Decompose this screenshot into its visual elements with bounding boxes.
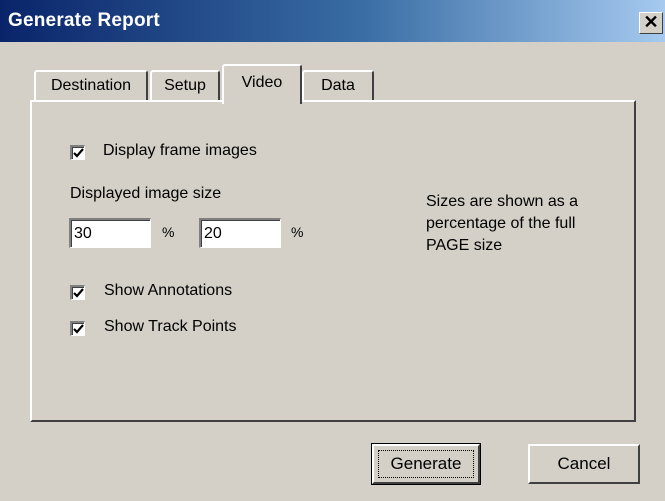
tab-label: Video [241,74,283,91]
tab-setup[interactable]: Setup [150,70,220,100]
info-line: percentage of the full [426,215,576,232]
cancel-button-label: Cancel [557,454,611,473]
image-height-input[interactable] [199,218,281,248]
size-info-text: Sizes are shown as a percentage of the f… [426,191,578,257]
info-line: PAGE size [426,237,503,254]
show-track-points-checkbox[interactable] [70,321,85,336]
focus-rect [378,450,474,478]
tab-destination[interactable]: Destination [34,70,148,100]
display-frame-images-label: Display frame images [103,142,257,159]
tab-video[interactable]: Video [222,64,302,104]
width-percent-label: % [162,224,175,240]
tab-data[interactable]: Data [302,70,374,100]
check-icon [73,148,84,158]
check-icon [73,324,84,334]
title-bar: Generate Report ✕ [0,0,665,42]
show-annotations-checkbox[interactable] [70,285,85,300]
close-button[interactable]: ✕ [639,12,663,34]
tab-label: Data [321,77,355,94]
show-annotations-label: Show Annotations [104,282,233,299]
tab-label: Setup [164,77,206,94]
image-size-label: Displayed image size [70,185,222,202]
tab-label: Destination [50,77,132,94]
show-track-points-label: Show Track Points [104,318,237,335]
check-icon [73,288,84,298]
window-title: Generate Report [8,10,160,31]
image-width-input[interactable] [69,218,151,248]
height-percent-label: % [291,224,304,240]
generate-button[interactable]: Generate [371,443,481,485]
cancel-button[interactable]: Cancel [528,444,640,484]
info-line: Sizes are shown as a [426,193,579,210]
close-icon: ✕ [643,12,659,32]
display-frame-images-checkbox[interactable] [70,145,85,160]
